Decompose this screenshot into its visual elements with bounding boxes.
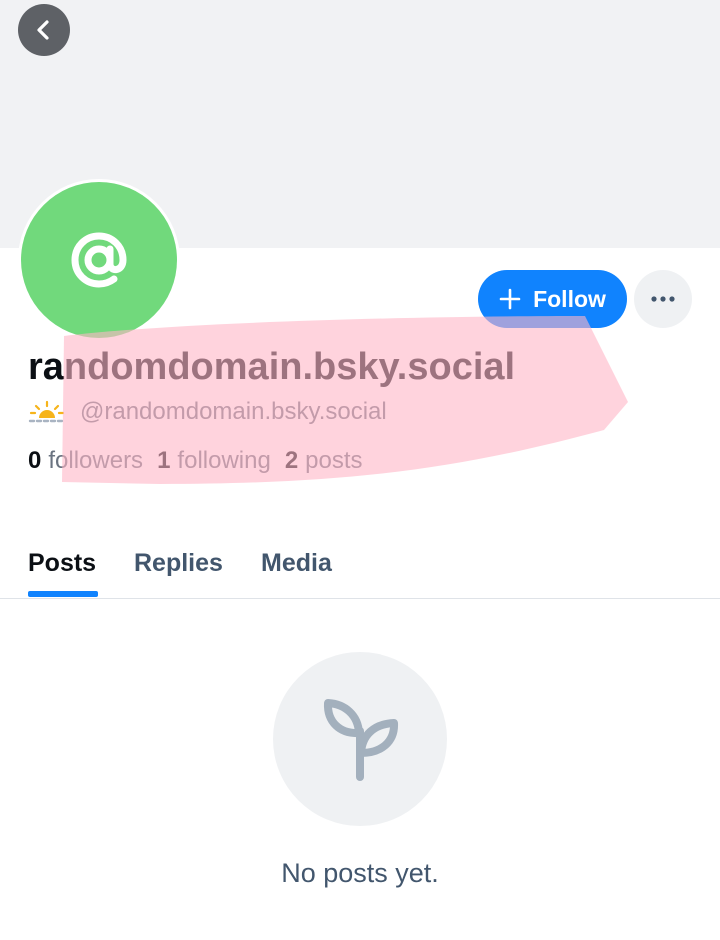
more-options-button[interactable]: [634, 270, 692, 328]
follow-button-label: Follow: [533, 285, 606, 312]
following-count[interactable]: 1: [157, 447, 170, 475]
empty-feed-illustration: [273, 652, 447, 826]
posts-label: posts: [305, 447, 363, 474]
tab-media[interactable]: Media: [261, 528, 332, 598]
display-name: randomdomain.bsky.social: [28, 346, 516, 388]
follow-button[interactable]: Follow: [478, 270, 627, 328]
tab-posts[interactable]: Posts: [28, 528, 96, 598]
ellipsis-icon: [651, 296, 675, 302]
handle-row: @randomdomain.bsky.social: [28, 394, 387, 430]
sunrise-icon: [28, 400, 66, 423]
at-sign-icon: [71, 232, 127, 288]
followers-count[interactable]: 0: [28, 447, 41, 475]
chevron-left-icon: [37, 20, 49, 40]
back-button[interactable]: [18, 4, 70, 56]
avatar[interactable]: [18, 179, 180, 341]
profile-tabs: Posts Replies Media: [0, 528, 720, 599]
following-label[interactable]: following: [177, 447, 270, 475]
empty-feed-message: No posts yet.: [281, 858, 439, 888]
avatar-image: [21, 182, 177, 338]
profile-handle: @randomdomain.bsky.social: [80, 398, 387, 425]
tab-replies[interactable]: Replies: [134, 528, 223, 598]
seedling-icon: [324, 699, 398, 781]
posts-count: 2: [284, 447, 299, 474]
plus-icon: [499, 288, 521, 310]
profile-stats: 0 followers 1 following 2 posts: [28, 442, 377, 480]
followers-label[interactable]: followers: [48, 447, 143, 475]
active-tab-indicator: [28, 591, 98, 597]
